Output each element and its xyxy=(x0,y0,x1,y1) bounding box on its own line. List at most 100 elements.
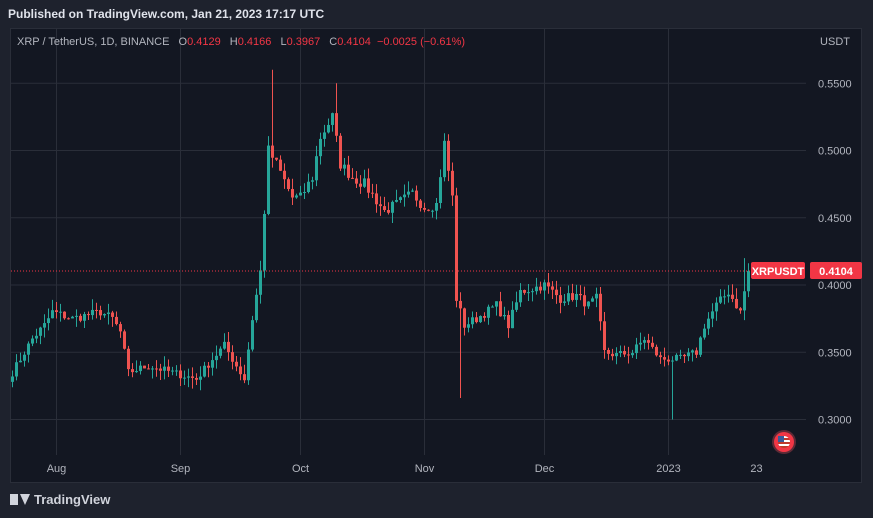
candle-up xyxy=(83,314,86,321)
candle-up xyxy=(251,320,254,350)
candle-down xyxy=(379,204,382,207)
candle-up xyxy=(223,341,226,349)
candle-up xyxy=(319,138,322,157)
candle-down xyxy=(579,293,582,296)
candle-up xyxy=(23,354,26,361)
y-tick-label: 0.4500 xyxy=(818,213,852,225)
candle-down xyxy=(231,352,234,362)
candle-down xyxy=(371,192,374,194)
candle-down xyxy=(275,157,278,160)
candle-down xyxy=(87,314,90,316)
candle-down xyxy=(291,188,294,198)
candle-up xyxy=(51,310,54,319)
candle-up xyxy=(431,210,434,212)
candle-down xyxy=(483,316,486,318)
candle-up xyxy=(503,314,506,317)
candle-up xyxy=(171,370,174,372)
candle-up xyxy=(35,335,38,339)
candle-up xyxy=(575,293,578,300)
close-value: 0.4104 xyxy=(337,36,371,48)
candle-up xyxy=(487,306,490,318)
candle-up xyxy=(527,292,530,294)
candle-up xyxy=(679,354,682,356)
candle-up xyxy=(267,145,270,214)
candle-down xyxy=(475,317,478,323)
candle-up xyxy=(307,181,310,193)
candle-down xyxy=(451,170,454,196)
candle-down xyxy=(115,316,118,325)
candle-up xyxy=(331,113,334,125)
candle-down xyxy=(67,318,70,320)
candle-up xyxy=(27,343,30,355)
candle-up xyxy=(71,316,74,319)
candle-up xyxy=(567,293,570,302)
candle-up xyxy=(31,338,34,344)
candle-up xyxy=(631,353,634,356)
candle-down xyxy=(339,135,342,169)
candle-down xyxy=(99,310,102,316)
candle-up xyxy=(675,354,678,361)
candle-down xyxy=(387,210,390,213)
candle-up xyxy=(259,270,262,295)
candle-up xyxy=(363,178,366,187)
candle-down xyxy=(611,353,614,357)
candle-down xyxy=(79,315,82,321)
candle-down xyxy=(419,200,422,208)
candle-down xyxy=(455,195,458,301)
candle-down xyxy=(287,179,290,189)
candle-down xyxy=(731,294,734,299)
us-flag-icon[interactable] xyxy=(774,432,794,452)
candle-down xyxy=(547,282,550,287)
candle-down xyxy=(283,170,286,180)
candle-up xyxy=(163,366,166,371)
candle-up xyxy=(343,164,346,169)
candle-up xyxy=(103,314,106,316)
candle-down xyxy=(627,354,630,356)
candle-down xyxy=(55,310,58,312)
y-tick-label: 0.3000 xyxy=(818,415,852,427)
tradingview-brand[interactable]: TradingView xyxy=(10,492,110,507)
candle-down xyxy=(559,295,562,303)
candle-down xyxy=(647,340,650,343)
candle-up xyxy=(495,301,498,307)
candle-down xyxy=(119,324,122,332)
candle-down xyxy=(207,365,210,368)
x-tick-label: 2023 xyxy=(656,463,680,475)
candle-down xyxy=(335,113,338,136)
candle-up xyxy=(135,371,138,373)
y-tick-label: 0.4000 xyxy=(818,280,852,292)
candle-up xyxy=(411,190,414,192)
candle-up xyxy=(707,318,710,329)
candle-down xyxy=(271,145,274,158)
candle-down xyxy=(463,308,466,328)
symbol-label[interactable]: XRP / TetherUS, 1D, BINANCE xyxy=(17,36,169,48)
candle-up xyxy=(255,294,258,321)
candle-down xyxy=(663,357,666,360)
candle-up xyxy=(691,350,694,353)
candle-down xyxy=(667,359,670,362)
candle-down xyxy=(603,321,606,351)
candle-up xyxy=(299,192,302,196)
candle-up xyxy=(727,294,730,297)
candle-down xyxy=(239,366,242,375)
candle-up xyxy=(219,348,222,356)
candle-up xyxy=(403,194,406,198)
candle-down xyxy=(191,376,194,378)
candlestick-chart[interactable]: 0.5500 0.5000 0.4500 0.4000 0.3500 0.3000 Aug S… xyxy=(0,0,873,518)
candle-up xyxy=(723,296,726,298)
candle-up xyxy=(19,360,22,363)
candle-up xyxy=(295,195,298,198)
candle-up xyxy=(491,306,494,308)
change-value: −0.0025 (−0.61%) xyxy=(376,36,466,48)
candle-down xyxy=(447,140,450,171)
candle-up xyxy=(743,291,746,311)
candle-up xyxy=(711,311,714,319)
candle-down xyxy=(683,354,686,357)
candle-up xyxy=(467,324,470,328)
candle-up xyxy=(715,302,718,312)
x-tick-label: Nov xyxy=(415,463,435,475)
candle-down xyxy=(571,293,574,300)
candle-down xyxy=(599,293,602,322)
candle-down xyxy=(195,377,198,380)
candle-up xyxy=(47,318,50,324)
